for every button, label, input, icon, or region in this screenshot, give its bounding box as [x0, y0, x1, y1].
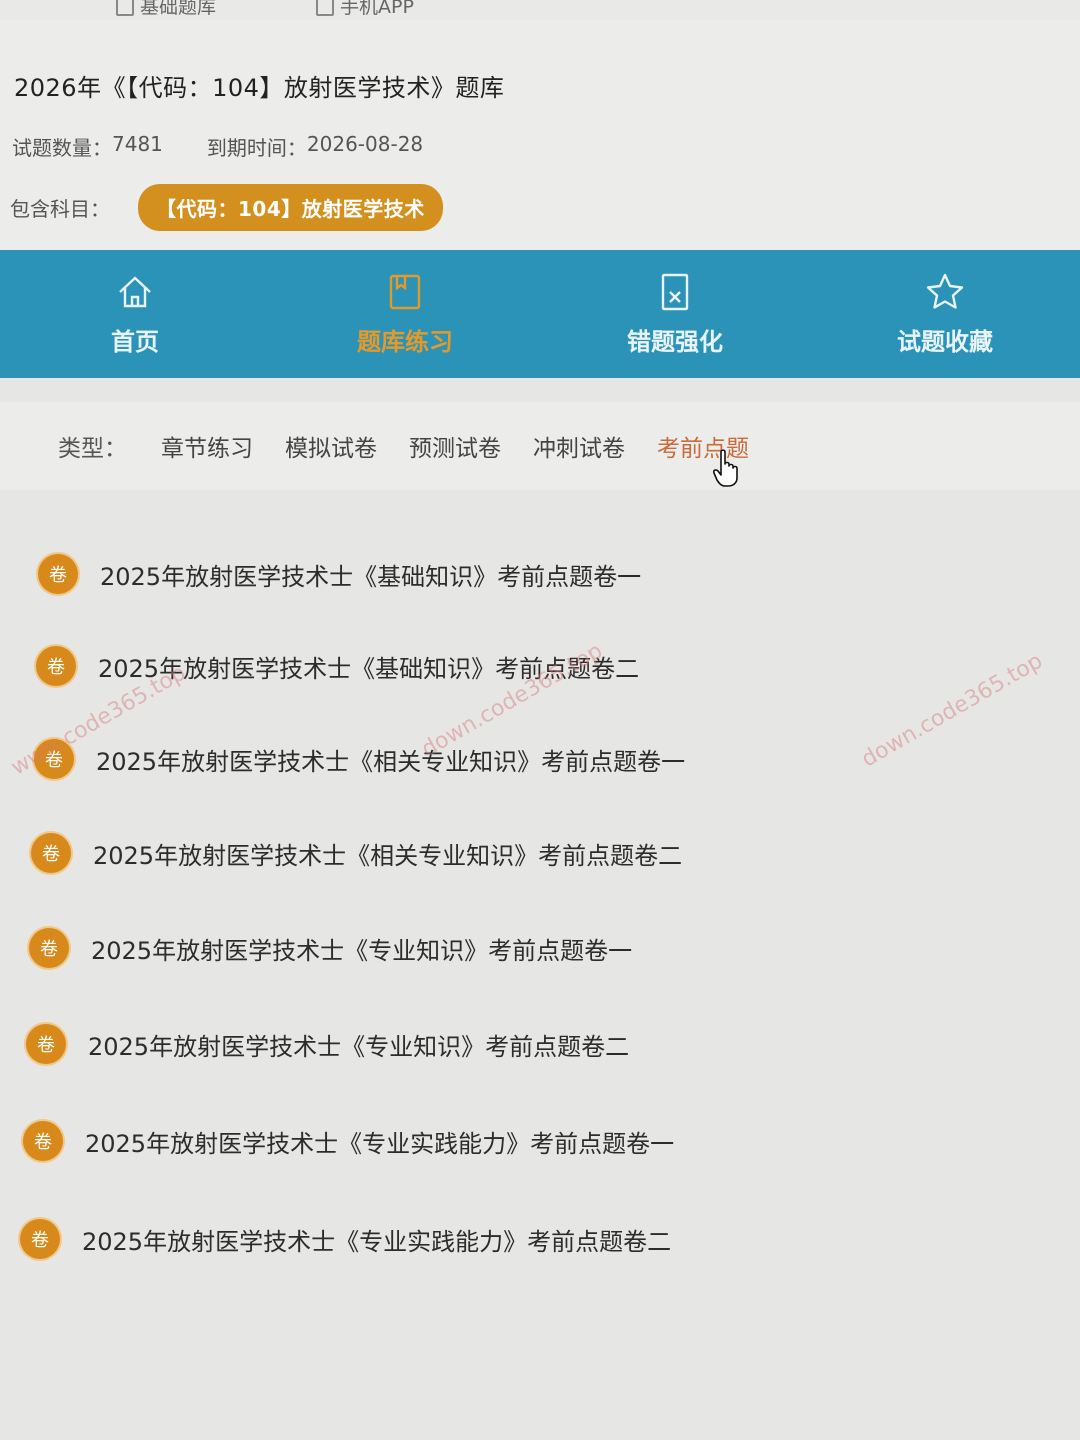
home-icon [119, 275, 151, 307]
wrong-doc-icon [661, 273, 689, 310]
paper-title: 2025年放射医学技术士《相关专业知识》考前点题卷二 [93, 841, 683, 870]
expiry-label: 到期时间： [206, 136, 307, 160]
paper-badge: 卷 [29, 928, 69, 968]
paper-title: 2025年放射医学技术士《基础知识》考前点题卷一 [100, 562, 642, 591]
nav-wrong-questions[interactable]: 错题强化 [540, 250, 810, 378]
nav-home-label: 首页 [111, 327, 159, 356]
paper-item[interactable]: 卷 2025年放射医学技术士《基础知识》考前点题卷一 [38, 554, 641, 594]
basic-bank-link[interactable]: 基础题库 [116, 0, 216, 19]
paper-item[interactable]: 卷 2025年放射医学技术士《基础知识》考前点题卷二 [36, 646, 639, 686]
paper-item[interactable]: 卷 2025年放射医学技术士《专业知识》考前点题卷一 [29, 928, 632, 968]
paper-item[interactable]: 卷 2025年放射医学技术士《专业实践能力》考前点题卷一 [23, 1121, 674, 1161]
paper-badge: 卷 [38, 554, 78, 594]
nav-favorites-label: 试题收藏 [897, 327, 993, 356]
paper-item[interactable]: 卷 2025年放射医学技术士《相关专业知识》考前点题卷二 [31, 833, 682, 873]
paper-badge: 卷 [26, 1024, 66, 1064]
expiry: 到期时间： 2026-08-28 [207, 132, 423, 161]
mobile-app-label: 手机APP [340, 0, 414, 18]
nav-wrong-questions-label: 错题强化 [627, 327, 723, 356]
bank-meta: 试题数量： 7481 到期时间： 2026-08-28 [12, 132, 423, 161]
book-icon [389, 274, 421, 309]
paper-badge: 卷 [23, 1121, 63, 1161]
star-icon [926, 273, 964, 309]
paper-item[interactable]: 卷 2025年放射医学技术士《相关专业知识》考前点题卷一 [34, 739, 685, 779]
bank-title: 2026年《【代码：104】放射医学技术》题库 [14, 74, 505, 102]
paper-badge: 卷 [36, 646, 76, 686]
nav-favorites[interactable]: 试题收藏 [810, 250, 1080, 378]
content-area: 类型： 章节练习 模拟试卷 预测试卷 冲刺试卷 考前点题 卷 2025年放射医学… [0, 378, 1080, 1440]
subjects-label: 包含科目： [10, 197, 110, 221]
question-count-value: 7481 [112, 132, 163, 156]
main-nav: 首页 题库练习 错题强化 试题收藏 [0, 250, 1080, 378]
type-tab-chapter[interactable]: 章节练习 [161, 429, 253, 463]
subjects-row: 包含科目： 【代码：104】放射医学技术 [10, 184, 443, 231]
type-label: 类型： [58, 436, 127, 462]
paper-item[interactable]: 卷 2025年放射医学技术士《专业实践能力》考前点题卷二 [20, 1219, 671, 1259]
subject-pill[interactable]: 【代码：104】放射医学技术 [138, 184, 443, 231]
type-tab-sprint[interactable]: 冲刺试卷 [533, 429, 625, 463]
paper-item[interactable]: 卷 2025年放射医学技术士《专业知识》考前点题卷二 [26, 1024, 629, 1064]
type-tab-forecast[interactable]: 预测试卷 [409, 429, 501, 463]
type-tab-mock[interactable]: 模拟试卷 [285, 429, 377, 463]
expiry-date: 2026-08-28 [306, 132, 424, 156]
paper-badge: 卷 [31, 833, 71, 873]
type-filter-bar: 类型： 章节练习 模拟试卷 预测试卷 冲刺试卷 考前点题 [0, 402, 1080, 490]
question-count-label: 试题数量： [12, 136, 112, 160]
mobile-app-link[interactable]: 手机APP [316, 0, 414, 19]
nav-question-practice[interactable]: 题库练习 [270, 250, 540, 378]
watermark: down.code365.top [857, 648, 1048, 773]
doc-icon [116, 0, 134, 16]
phone-icon [316, 0, 334, 16]
paper-title: 2025年放射医学技术士《专业实践能力》考前点题卷二 [82, 1227, 672, 1256]
bank-header: 2026年《【代码：104】放射医学技术》题库 试题数量： 7481 到期时间：… [0, 20, 1080, 250]
nav-question-practice-label: 题库练习 [357, 327, 453, 356]
top-link-strip: 基础题库 手机APP [0, 0, 1080, 20]
basic-bank-label: 基础题库 [140, 0, 217, 18]
question-count: 试题数量： 7481 [12, 132, 163, 161]
paper-badge: 卷 [34, 739, 74, 779]
hand-cursor-icon [713, 449, 738, 487]
paper-title: 2025年放射医学技术士《基础知识》考前点题卷二 [98, 654, 640, 683]
paper-title: 2025年放射医学技术士《专业知识》考前点题卷一 [91, 936, 633, 965]
nav-home[interactable]: 首页 [0, 250, 270, 378]
paper-title: 2025年放射医学技术士《相关专业知识》考前点题卷一 [96, 747, 686, 776]
paper-badge: 卷 [20, 1219, 60, 1259]
paper-title: 2025年放射医学技术士《专业实践能力》考前点题卷一 [85, 1129, 675, 1158]
paper-title: 2025年放射医学技术士《专业知识》考前点题卷二 [88, 1032, 630, 1061]
